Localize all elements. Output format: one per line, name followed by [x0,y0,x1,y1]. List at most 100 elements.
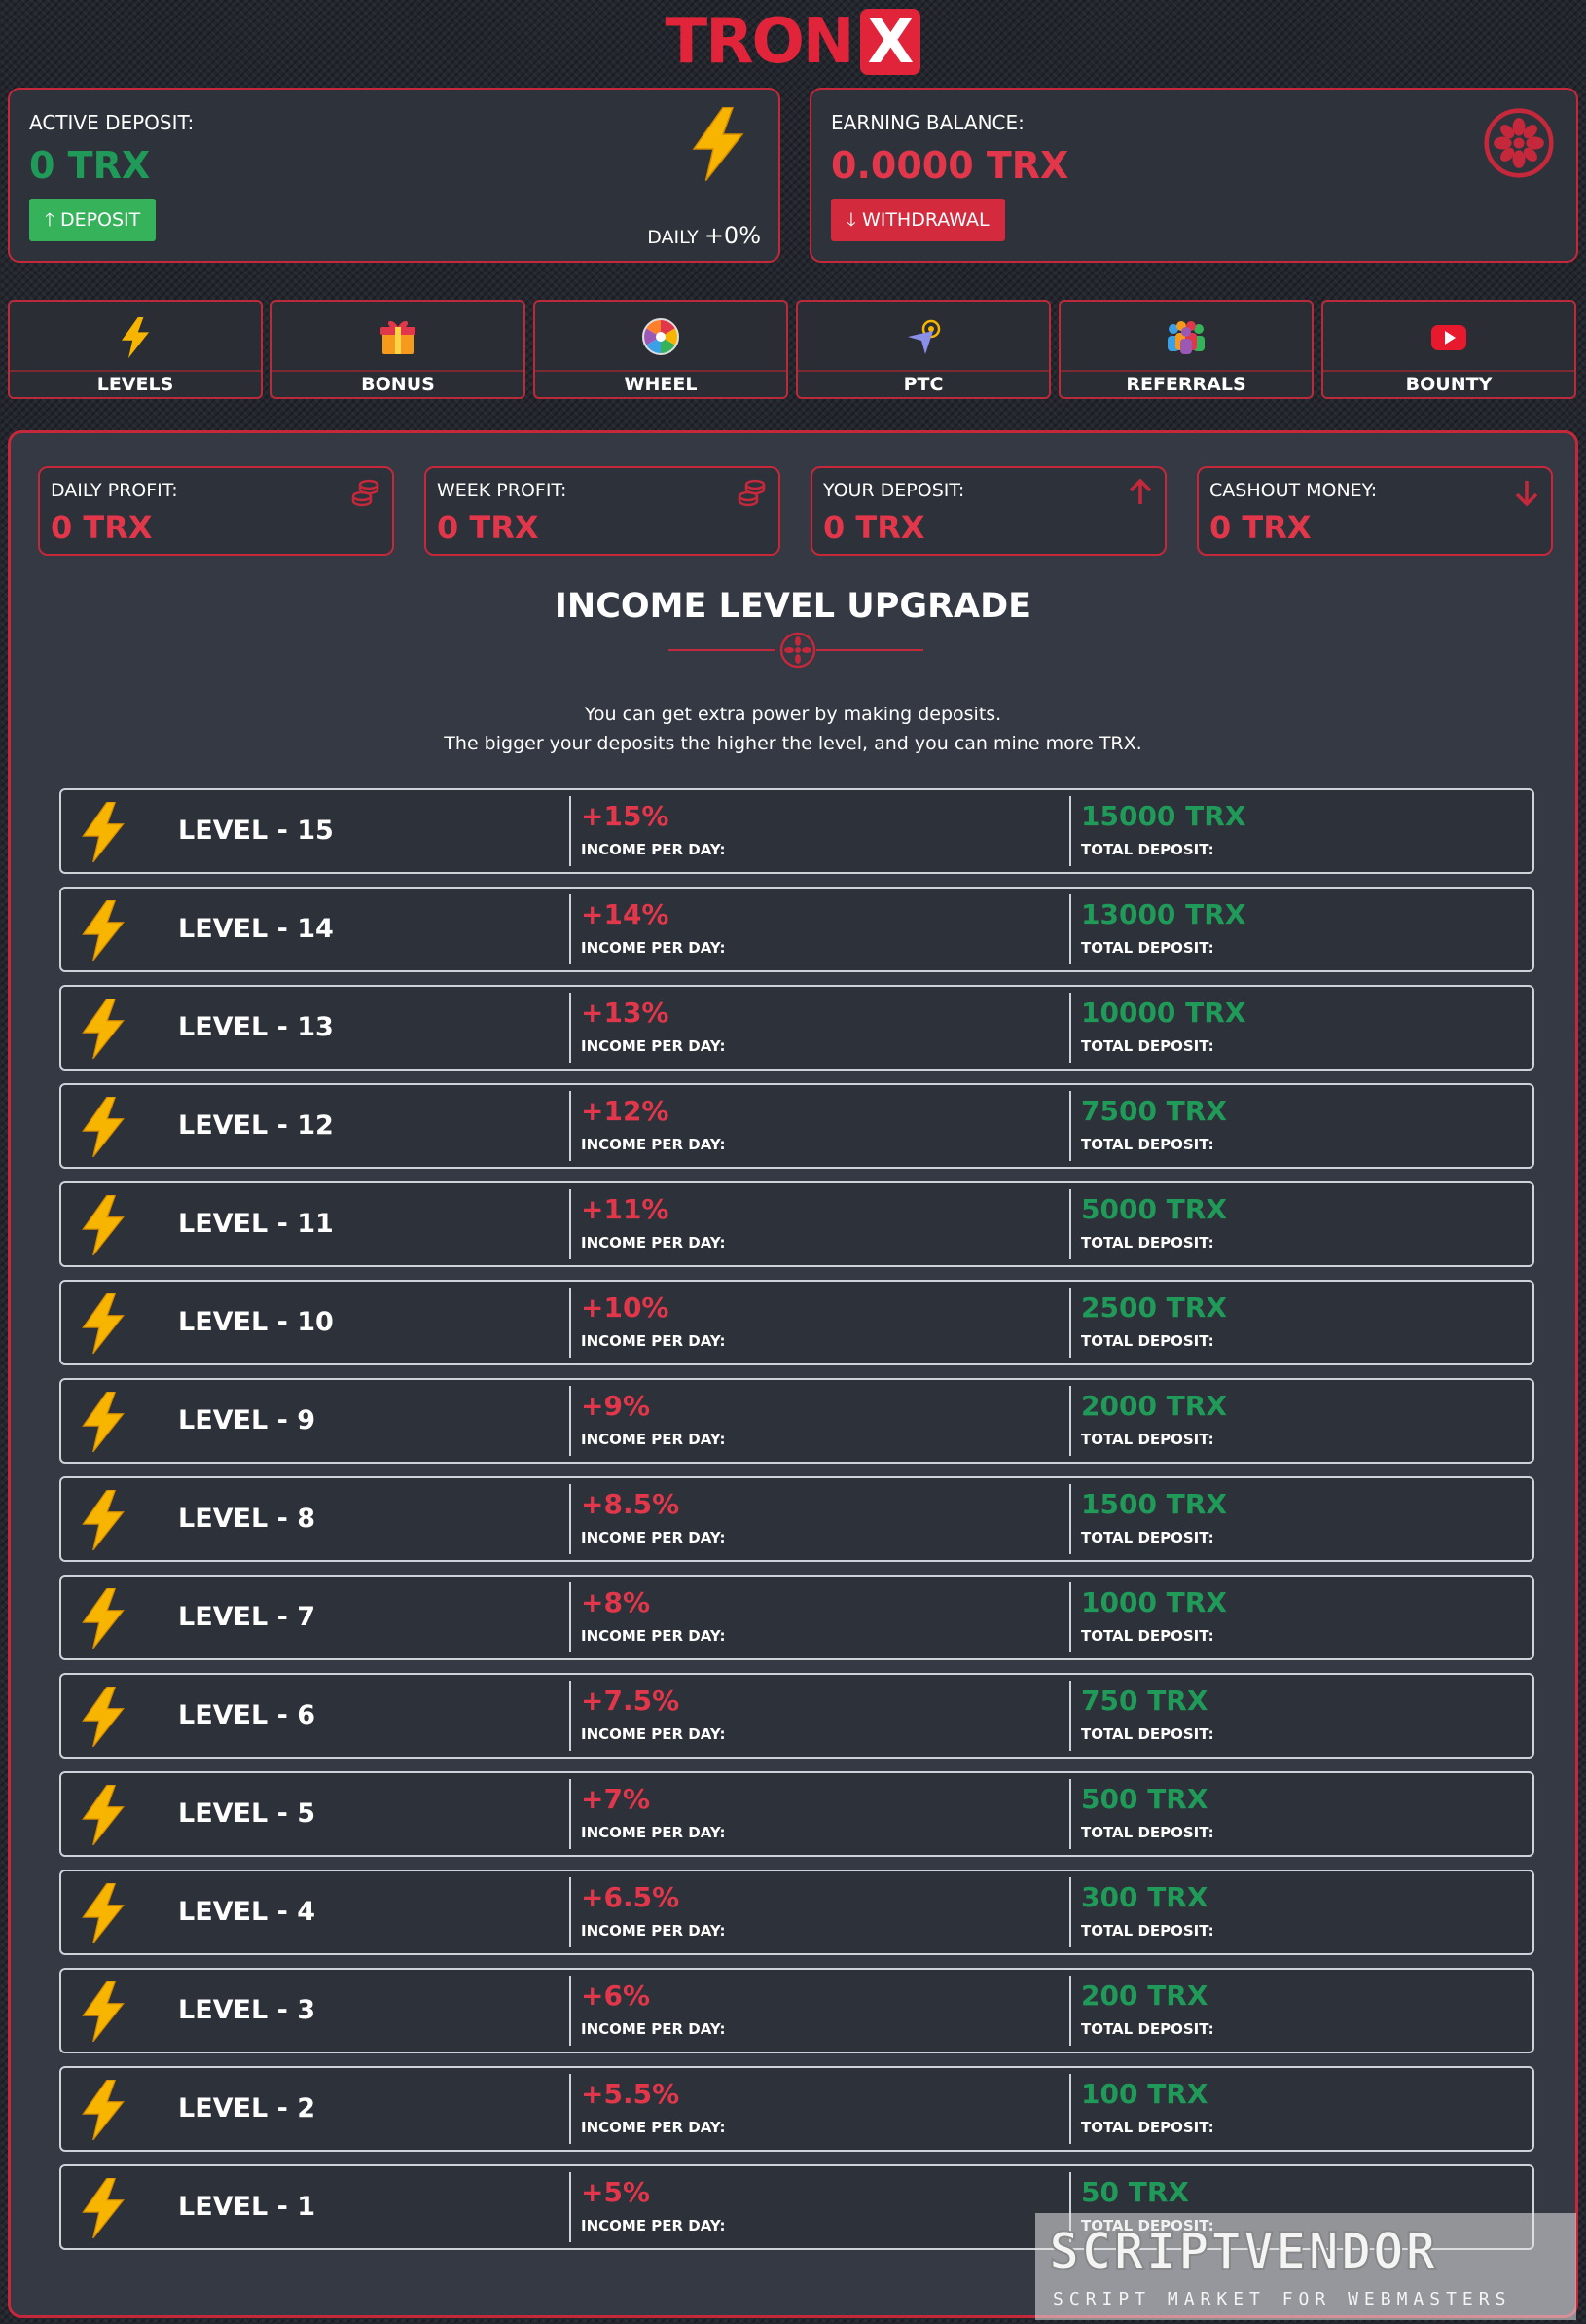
income-per-day-label: INCOME PER DAY: [581,1922,726,1940]
stat-cashout-money-amount: 0 TRX [1209,509,1312,546]
title-divider [816,649,923,651]
total-deposit-label: TOTAL DEPOSIT: [1081,1431,1214,1448]
level-row: LEVEL - 6 +7.5% INCOME PER DAY: 750 TRX TOTA… [59,1673,1534,1759]
nav-levels[interactable]: LEVELS [8,300,263,399]
income-per-day-label: INCOME PER DAY: [581,1824,726,1841]
income-per-day-label: INCOME PER DAY: [581,2217,726,2234]
stat-week-profit-amount: 0 TRX [437,509,539,546]
stat-daily-profit: DAILY PROFIT: 0 TRX [38,466,394,556]
level-total-deposit: 500 TRX [1081,1783,1208,1815]
stat-daily-profit-label: DAILY PROFIT: [51,480,178,501]
total-deposit-label: TOTAL DEPOSIT: [1081,1725,1214,1743]
level-total-deposit: 15000 TRX [1081,800,1246,832]
level-row: LEVEL - 7 +8% INCOME PER DAY: 1000 TRX TOTAL… [59,1575,1534,1660]
lightning-icon [82,1392,125,1452]
daily-label: DAILY [647,227,699,248]
active-deposit-card: ACTIVE DEPOSIT: 0 TRX 🡑 DEPOSIT DAILY +0… [8,88,780,263]
level-income: +12% [581,1095,669,1127]
arrow-up-icon [1129,478,1152,504]
level-row: LEVEL - 3 +6% INCOME PER DAY: 200 TRX TOTAL … [59,1968,1534,2053]
lightning-icon [82,1195,125,1255]
deposit-button[interactable]: 🡑 DEPOSIT [29,199,157,241]
level-name: LEVEL - 3 [178,1995,315,2025]
level-income: +7.5% [581,1685,680,1717]
level-name: LEVEL - 13 [178,1012,334,1042]
level-name: LEVEL - 15 [178,816,334,846]
nav-bar: LEVELS BONUS WHEEL PTC REFERRALS BOUNTY [8,300,1578,401]
earning-balance-card: EARNING BALANCE: 0.0000 TRX 🡓 WITHDRAWAL [810,88,1578,263]
level-income: +11% [581,1193,669,1225]
level-row: LEVEL - 10 +10% INCOME PER DAY: 2500 TRX TOT… [59,1280,1534,1365]
total-deposit-label: TOTAL DEPOSIT: [1081,1136,1214,1153]
nav-bounty-label: BOUNTY [1405,374,1493,395]
level-row: LEVEL - 4 +6.5% INCOME PER DAY: 300 TRX TOTA… [59,1870,1534,1955]
coins-icon [351,479,379,507]
level-row: LEVEL - 5 +7% INCOME PER DAY: 500 TRX TOTAL … [59,1771,1534,1857]
level-name: LEVEL - 4 [178,1897,315,1927]
income-per-day-label: INCOME PER DAY: [581,1332,726,1350]
nav-wheel-label: WHEEL [624,374,698,395]
level-total-deposit: 50 TRX [1081,2176,1189,2208]
logo[interactable]: TRON X [0,6,1586,78]
stat-your-deposit-label: YOUR DEPOSIT: [823,480,965,501]
nav-levels-label: LEVELS [96,374,174,395]
nav-ptc[interactable]: PTC [796,300,1051,399]
total-deposit-label: TOTAL DEPOSIT: [1081,1824,1214,1841]
level-income: +10% [581,1291,669,1324]
level-total-deposit: 300 TRX [1081,1881,1208,1913]
nav-bounty[interactable]: BOUNTY [1321,300,1576,399]
total-deposit-label: TOTAL DEPOSIT: [1081,1922,1214,1940]
section-title: INCOME LEVEL UPGRADE [554,587,1032,626]
income-per-day-label: INCOME PER DAY: [581,1234,726,1252]
level-income: +7% [581,1783,650,1815]
level-total-deposit: 100 TRX [1081,2078,1208,2110]
level-income: +15% [581,800,669,832]
logo-mark: X [860,9,921,75]
nav-bonus[interactable]: BONUS [270,300,525,399]
level-name: LEVEL - 9 [178,1405,315,1435]
level-total-deposit: 750 TRX [1081,1685,1208,1717]
lightning-icon [82,1490,125,1550]
level-income: +9% [581,1390,650,1422]
level-name: LEVEL - 6 [178,1700,315,1730]
total-deposit-label: TOTAL DEPOSIT: [1081,1234,1214,1252]
lightning-icon [122,317,149,358]
gift-icon [380,320,415,354]
section-desc-1: You can get extra power by making deposi… [584,704,1002,725]
watermark-title: SCRIPTVENDOR [1048,2222,1438,2282]
total-deposit-label: TOTAL DEPOSIT: [1081,939,1214,957]
stat-cashout-money: CASHOUT MONEY: 0 TRX [1197,466,1553,556]
total-deposit-label: TOTAL DEPOSIT: [1081,1627,1214,1645]
level-name: LEVEL - 14 [178,914,334,944]
nav-wheel[interactable]: WHEEL [533,300,788,399]
nav-ptc-label: PTC [903,374,944,395]
nav-referrals[interactable]: REFERRALS [1059,300,1314,399]
level-name: LEVEL - 8 [178,1504,315,1534]
total-deposit-label: TOTAL DEPOSIT: [1081,1332,1214,1350]
level-total-deposit: 1000 TRX [1081,1586,1227,1618]
active-deposit-amount: 0 TRX [29,144,151,187]
arrow-down-icon: 🡓 [847,209,856,231]
level-name: LEVEL - 2 [178,2093,315,2124]
level-name: LEVEL - 10 [178,1307,334,1337]
stat-cashout-money-label: CASHOUT MONEY: [1209,480,1378,501]
arrow-up-icon: 🡑 [45,209,54,231]
lightning-icon [82,2178,125,2238]
level-total-deposit: 5000 TRX [1081,1193,1227,1225]
level-income: +6% [581,1979,650,2012]
level-total-deposit: 13000 TRX [1081,898,1246,930]
level-income: +14% [581,898,669,930]
daily-value: +0% [703,222,761,249]
deposit-button-label: DEPOSIT [59,209,141,231]
lightning-icon [82,999,125,1059]
total-deposit-label: TOTAL DEPOSIT: [1081,841,1214,858]
level-total-deposit: 1500 TRX [1081,1488,1227,1520]
total-deposit-label: TOTAL DEPOSIT: [1081,1037,1214,1055]
stat-your-deposit-amount: 0 TRX [823,509,925,546]
title-divider [668,649,775,651]
level-income: +13% [581,997,669,1029]
lightning-icon [82,1588,125,1649]
withdrawal-button[interactable]: 🡓 WITHDRAWAL [831,199,1005,241]
stat-daily-profit-amount: 0 TRX [51,509,153,546]
income-per-day-label: INCOME PER DAY: [581,1529,726,1546]
